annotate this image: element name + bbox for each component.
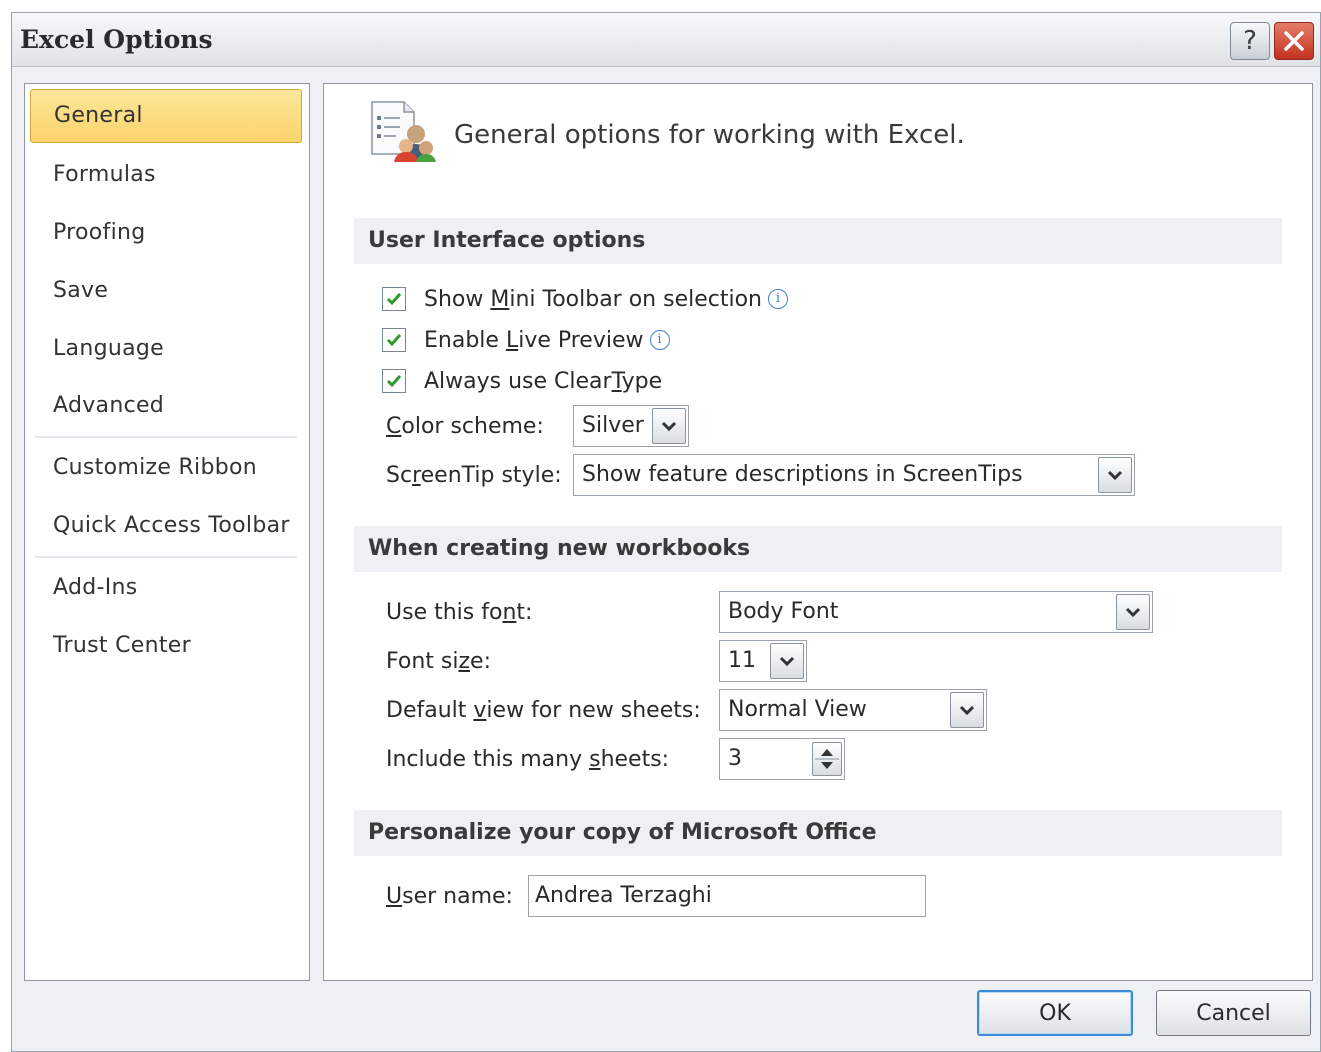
font-size-value: 11 (728, 648, 756, 673)
check-icon (386, 375, 402, 388)
default-view-dropdown-button[interactable] (950, 692, 984, 728)
chevron-down-icon (1125, 607, 1141, 618)
screentip-dropdown-button[interactable] (1098, 457, 1132, 493)
user-name-label: User name: (386, 884, 513, 909)
nav-item-formulas[interactable]: Formulas (30, 148, 302, 202)
chevron-down-icon (779, 656, 795, 667)
font-label: Use this font: (386, 600, 533, 625)
color-scheme-value: Silver (582, 413, 644, 438)
title-bar: Excel Options ? (12, 13, 1320, 67)
nav-item-proofing[interactable]: Proofing (30, 206, 302, 260)
font-value: Body Font (728, 599, 839, 624)
screentip-style-label: ScreenTip style: (386, 463, 562, 488)
color-scheme-dropdown-button[interactable] (652, 408, 686, 444)
check-icon (386, 293, 402, 306)
font-select[interactable]: Body Font (719, 591, 1153, 633)
sheets-count-stepper[interactable]: 3 (719, 738, 845, 780)
cleartype-label: Always use ClearType (424, 368, 663, 394)
nav-item-advanced[interactable]: Advanced (30, 379, 302, 433)
cleartype-option: Always use ClearType (382, 366, 662, 396)
nav-item-customize-ribbon[interactable]: Customize Ribbon (30, 441, 302, 495)
mini-toolbar-option: Show Mini Toolbar on selection i (382, 284, 788, 314)
window-title: Excel Options (20, 25, 213, 54)
close-icon (1284, 31, 1304, 51)
nav-divider (35, 556, 297, 558)
options-panel: General options for working with Excel. … (323, 83, 1313, 981)
spin-arrows-icon (815, 749, 839, 769)
chevron-down-icon (661, 421, 677, 432)
default-view-select[interactable]: Normal View (719, 689, 987, 731)
live-preview-option: Enable Live Preview i (382, 325, 670, 355)
live-preview-checkbox[interactable] (382, 328, 406, 352)
ok-button[interactable]: OK (977, 990, 1133, 1036)
sheets-count-label: Include this many sheets: (386, 747, 670, 772)
user-name-input[interactable]: Andrea Terzaghi (528, 875, 926, 917)
section-new-workbooks: When creating new workbooks (354, 526, 1282, 572)
section-personalize: Personalize your copy of Microsoft Offic… (354, 810, 1282, 856)
default-view-label: Default view for new sheets: (386, 698, 701, 723)
mini-toolbar-checkbox[interactable] (382, 287, 406, 311)
mini-toolbar-label: Show Mini Toolbar on selection (424, 286, 762, 312)
color-scheme-label: Color scheme: (386, 414, 544, 439)
close-button[interactable] (1274, 22, 1314, 60)
nav-item-general[interactable]: General (30, 89, 302, 143)
sheets-spin-button[interactable] (812, 742, 842, 776)
font-dropdown-button[interactable] (1116, 594, 1150, 630)
check-icon (386, 334, 402, 347)
chevron-down-icon (959, 705, 975, 716)
font-size-select[interactable]: 11 (719, 640, 807, 682)
screentip-style-select[interactable]: Show feature descriptions in ScreenTips (573, 454, 1135, 496)
live-preview-label: Enable Live Preview (424, 327, 644, 353)
nav-divider (35, 436, 297, 438)
chevron-down-icon (1107, 470, 1123, 481)
nav-item-save[interactable]: Save (30, 264, 302, 318)
excel-options-dialog: Excel Options ? General Formulas Proofin… (11, 12, 1321, 1052)
cancel-button[interactable]: Cancel (1156, 990, 1311, 1036)
nav-item-language[interactable]: Language (30, 322, 302, 376)
page-header: General options for working with Excel. (454, 120, 965, 150)
default-view-value: Normal View (728, 697, 867, 722)
font-size-label: Font size: (386, 649, 491, 674)
category-nav: General Formulas Proofing Save Language … (24, 83, 310, 981)
section-user-interface: User Interface options (354, 218, 1282, 264)
cleartype-checkbox[interactable] (382, 369, 406, 393)
help-button[interactable]: ? (1230, 22, 1270, 60)
nav-item-trust-center[interactable]: Trust Center (30, 619, 302, 673)
font-size-dropdown-button[interactable] (770, 643, 804, 679)
nav-item-quick-access-toolbar[interactable]: Quick Access Toolbar (30, 499, 302, 553)
sheets-count-value: 3 (728, 746, 742, 771)
general-options-icon (371, 101, 436, 162)
info-icon[interactable]: i (649, 330, 670, 350)
nav-item-add-ins[interactable]: Add-Ins (30, 561, 302, 615)
info-icon[interactable]: i (768, 289, 788, 309)
color-scheme-select[interactable]: Silver (573, 405, 689, 447)
screentip-style-value: Show feature descriptions in ScreenTips (582, 462, 1023, 487)
